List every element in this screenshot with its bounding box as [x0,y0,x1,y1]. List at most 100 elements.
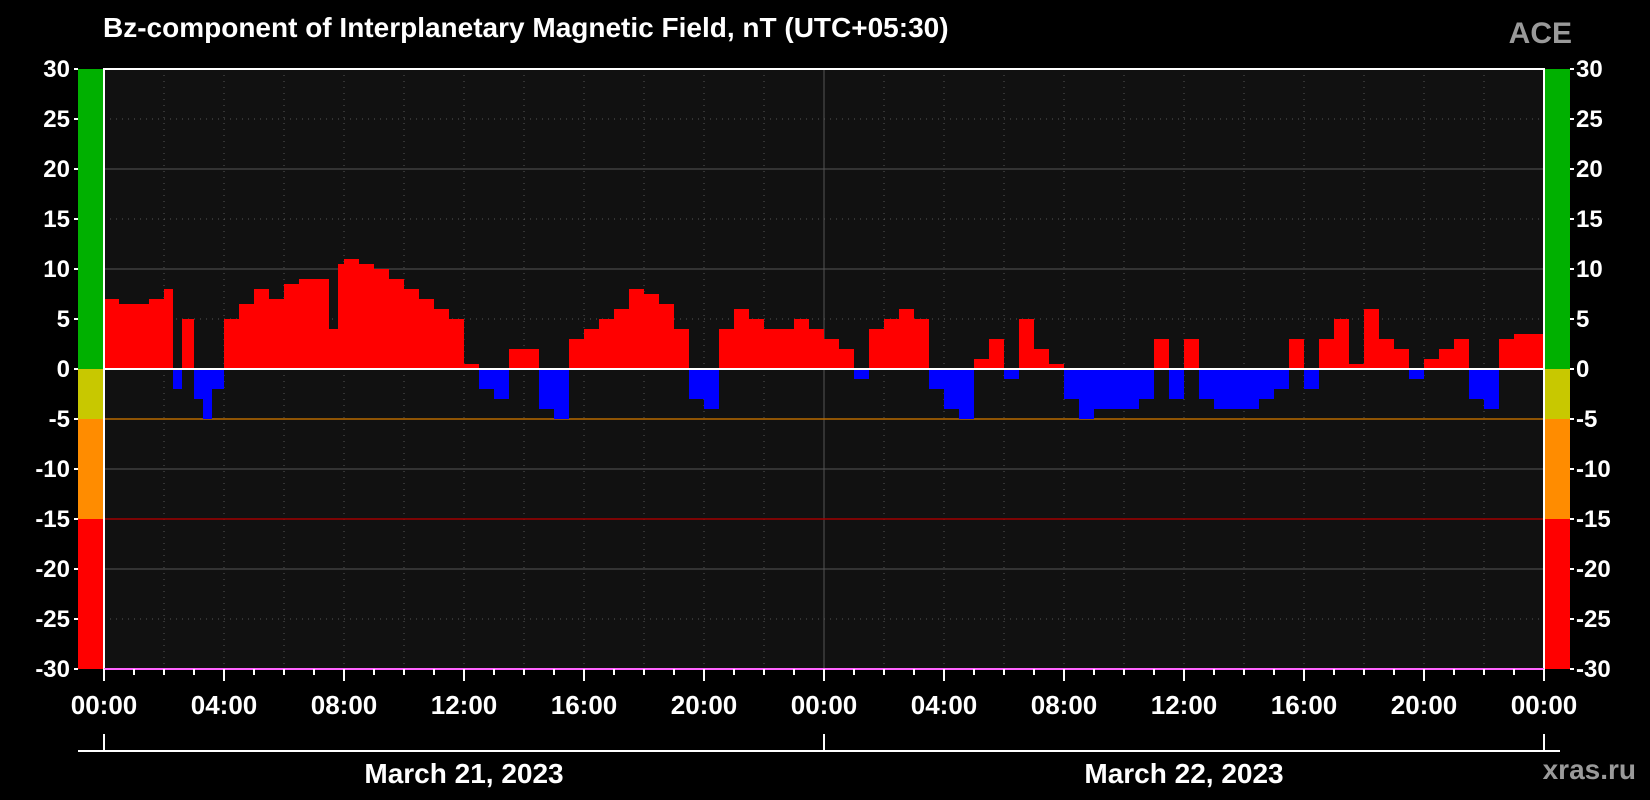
bz-bar [1184,339,1199,369]
y-tick-label-left: 5 [57,306,70,333]
bz-bar [254,289,269,369]
bz-bar [974,359,989,369]
y-tick-label-left: -25 [35,606,70,633]
bz-bar [509,349,524,369]
y-tick-label-right: -20 [1576,556,1611,583]
bz-bar [1259,369,1274,399]
bz-bar [344,259,359,369]
bz-bar [884,319,899,369]
bz-bar [479,369,494,389]
bz-bar [839,349,854,369]
bz-bar [194,369,203,399]
bz-bar [644,294,659,369]
bz-bar [314,279,329,369]
y-axis-right: 30 25 20 15 10 5 0 -5 -10 -15 -20 -25 -30 [1570,56,1611,683]
bz-bar [1199,369,1214,399]
bz-bar [494,369,509,399]
bz-bar [1304,369,1319,389]
bz-bar [1334,319,1349,369]
y-tick-label-right: -5 [1576,406,1597,433]
bz-bar [1484,369,1499,409]
bz-bar [1064,369,1079,399]
bz-bar [1289,339,1304,369]
bz-bar [674,329,689,369]
bz-bar [584,329,599,369]
bz-bar [1154,339,1169,369]
date-axis: March 21, 2023 March 22, 2023 [103,734,1545,789]
bz-bar [1169,369,1184,399]
bz-bar [104,299,119,369]
y-tick-label-right: 15 [1576,206,1603,233]
y-tick-label-left: 0 [57,356,70,383]
bz-bar [989,339,1004,369]
x-tick-label: 08:00 [1031,690,1098,720]
bz-bar [404,289,419,369]
bz-bar [1514,334,1529,369]
bz-bar [749,319,764,369]
y-axis-left: 30 25 20 15 10 5 0 -5 -10 -15 -20 -25 -30 [35,56,78,683]
bz-bar [1034,349,1049,369]
y-tick-label-right: -15 [1576,506,1611,533]
x-tick-label: 08:00 [311,690,378,720]
threshold-band-right [1544,419,1570,519]
bz-bar [149,299,164,369]
bz-bar [959,369,974,419]
x-tick-label: 12:00 [431,690,498,720]
bz-bar [704,369,719,409]
y-tick-label-left: -30 [35,656,70,683]
threshold-band-left [78,369,104,419]
bz-bar [1094,369,1109,409]
bz-bar [164,289,173,369]
x-tick-label: 12:00 [1151,690,1218,720]
bz-bar [1139,369,1154,399]
bz-bar [182,319,194,369]
y-tick-label-right: -30 [1576,656,1611,683]
bz-bar [779,329,794,369]
bz-bar [944,369,959,409]
y-tick-label-right: 0 [1576,356,1589,383]
bz-bar [764,329,779,369]
bz-bar [734,309,749,369]
y-tick-label-right: -10 [1576,456,1611,483]
bz-bar [1439,349,1454,369]
threshold-band-right [1544,369,1570,419]
x-tick-label: 00:00 [71,690,138,720]
bz-bar [419,299,434,369]
bz-bar [1274,369,1289,389]
bz-bar [629,289,644,369]
bz-bar [1004,369,1019,379]
y-tick-label-right: 30 [1576,56,1603,83]
bz-bar [1319,339,1334,369]
bz-bar [1379,339,1394,369]
y-tick-label-left: 25 [43,106,70,133]
bz-bar [809,329,824,369]
bz-bar [599,319,614,369]
bz-bar [914,319,929,369]
y-tick-label-right: 5 [1576,306,1589,333]
bz-bar [1244,369,1259,409]
bz-bar [524,349,539,369]
x-tick-label: 16:00 [1271,690,1338,720]
threshold-band-left [78,69,104,369]
bz-bar [1109,369,1124,409]
bz-bar [173,369,182,389]
threshold-bands-left [78,69,104,669]
y-tick-label-left: -20 [35,556,70,583]
bz-bar [539,369,554,409]
bz-bar [854,369,869,379]
x-tick-label: 04:00 [191,690,258,720]
bz-bar [284,284,299,369]
bz-bar [1469,369,1484,399]
y-tick-label-left: -5 [49,406,70,433]
y-tick-label-left: 10 [43,256,70,283]
bz-bar [1394,349,1409,369]
bz-bar [119,304,134,369]
x-tick-label: 16:00 [551,690,618,720]
x-tick-label: 00:00 [791,690,858,720]
bz-bar [794,319,809,369]
bz-bar [338,264,344,369]
bz-chart: 30 25 20 15 10 5 0 -5 -10 -15 -20 -25 -30 30 25 20 15 10… [35,56,1611,789]
x-axis: 00:00 04:00 08:00 12:00 16:00 20:00 00:00 04:00… [71,669,1577,720]
threshold-band-left [78,419,104,519]
bz-bar [299,279,314,369]
